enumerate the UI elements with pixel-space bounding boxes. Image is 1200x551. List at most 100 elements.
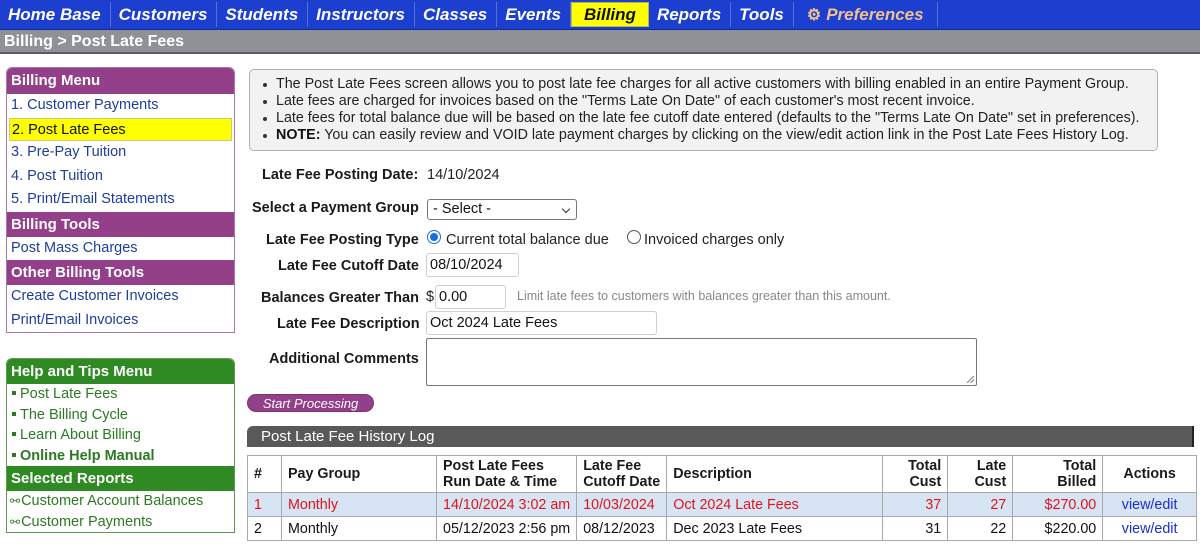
col-description: Description	[666, 455, 884, 493]
help-item-label: The Billing Cycle	[20, 406, 128, 423]
start-processing-button[interactable]: Start Processing	[247, 394, 374, 412]
report-item-label: Customer Account Balances	[21, 493, 204, 509]
chevron-down-icon	[561, 204, 571, 214]
posting-date-value: 14/10/2024	[427, 167, 500, 183]
col-total-cust: Total Cust	[882, 455, 949, 493]
payment-group-label: Select a Payment Group	[252, 200, 419, 216]
sidebar-item-print-email-statements[interactable]: 5. Print/Email Statements	[7, 188, 234, 212]
help-item-label: Post Late Fees	[20, 386, 118, 402]
nav-billing[interactable]: Billing	[570, 2, 649, 27]
payment-group-selected: - Select -	[433, 201, 492, 217]
cell-total-cust: 31	[882, 516, 949, 541]
info-bullet: The Post Late Fees screen allows you to …	[263, 76, 1157, 93]
comments-label: Additional Comments	[269, 351, 419, 367]
resize-grip-icon[interactable]	[967, 376, 974, 383]
cell-pay-group: Monthly	[281, 492, 437, 517]
cell-actions: view/edit	[1102, 492, 1197, 517]
nav-classes[interactable]: Classes	[415, 2, 498, 27]
balances-input[interactable]: 0.00	[435, 285, 506, 309]
balances-label: Balances Greater Than	[261, 290, 419, 306]
view-edit-link[interactable]: view/edit	[1122, 497, 1178, 513]
sidebar-item-pre-pay-tuition[interactable]: 3. Pre-Pay Tuition	[7, 141, 234, 165]
cell-run-date: 14/10/2024 3:02 am	[435, 492, 578, 517]
help-item-online-help-manual[interactable]: Online Help Manual	[7, 446, 234, 467]
cell-pay-group: Monthly	[281, 516, 437, 541]
radio-invoiced-charges-label[interactable]: Invoiced charges only	[644, 232, 784, 248]
help-item-label: Online Help Manual	[20, 447, 155, 464]
description-input[interactable]: Oct 2024 Late Fees	[426, 311, 657, 335]
payment-group-select[interactable]: - Select -	[427, 199, 577, 220]
table-row: 2 Monthly 05/12/2023 2:56 pm 08/12/2023 …	[247, 516, 1197, 541]
nav-students[interactable]: Students	[217, 2, 309, 27]
billing-tools-title: Billing Tools	[7, 211, 234, 237]
history-table: # Pay Group Post Late Fees Run Date & Tim…	[247, 455, 1197, 541]
info-bullet: Late fees for total balance due will be …	[263, 110, 1157, 127]
cell-late-cust: 22	[947, 516, 1014, 541]
radio-current-balance-label[interactable]: Current total balance due	[446, 232, 609, 248]
cell-late-cust: 27	[947, 492, 1014, 517]
help-menu-box: Help and Tips Menu Post Late Fees The Bi…	[6, 358, 235, 533]
radio-invoiced-charges[interactable]	[627, 230, 641, 244]
posting-type-label: Late Fee Posting Type	[266, 232, 419, 248]
nav-home-base[interactable]: Home Base	[0, 2, 111, 27]
other-billing-tools-title: Other Billing Tools	[7, 260, 234, 285]
bullet-icon	[12, 452, 16, 457]
report-item-label: Customer Payments	[21, 513, 153, 530]
col-actions: Actions	[1102, 455, 1197, 493]
bullet-icon	[12, 391, 16, 396]
sidebar-item-create-customer-invoices[interactable]: Create Customer Invoices	[7, 285, 234, 309]
nav-events[interactable]: Events	[497, 2, 571, 27]
report-item-customer-payments[interactable]: ⚯Customer Payments	[7, 512, 234, 533]
cell-description: Oct 2024 Late Fees	[666, 492, 884, 517]
nav-preferences-label: Preferences	[826, 4, 924, 24]
sidebar-item-customer-payments[interactable]: 1. Customer Payments	[7, 94, 234, 118]
nav-instructors[interactable]: Instructors	[308, 2, 415, 27]
nav-tools[interactable]: Tools	[731, 2, 794, 27]
cell-actions: view/edit	[1102, 516, 1197, 541]
help-item-label: Learn About Billing	[20, 427, 141, 443]
help-menu-title: Help and Tips Menu	[7, 359, 234, 384]
sidebar-item-post-tuition[interactable]: 4. Post Tuition	[7, 165, 234, 189]
bullet-icon	[12, 411, 16, 416]
help-item-billing-cycle[interactable]: The Billing Cycle	[7, 405, 234, 426]
balances-hint: Limit late fees to customers with balanc…	[517, 289, 891, 303]
posting-date-label: Late Fee Posting Date:	[262, 167, 419, 183]
breadcrumb: Billing > Post Late Fees	[0, 30, 1200, 54]
cell-num: 1	[247, 492, 282, 517]
gear-icon: ⚙	[806, 6, 822, 24]
info-box: The Post Late Fees screen allows you to …	[249, 69, 1158, 151]
currency-symbol: $	[426, 289, 435, 305]
cell-total-billed: $220.00	[1012, 516, 1104, 541]
nav-reports[interactable]: Reports	[649, 2, 732, 27]
selected-reports-title: Selected Reports	[7, 466, 234, 491]
sidebar-item-print-email-invoices[interactable]: Print/Email Invoices	[7, 309, 234, 333]
link-icon: ⚯	[10, 494, 21, 508]
help-item-learn-about-billing[interactable]: Learn About Billing	[7, 425, 234, 446]
cell-run-date: 05/12/2023 2:56 pm	[435, 516, 578, 541]
sidebar-item-post-mass-charges[interactable]: Post Mass Charges	[7, 237, 234, 261]
history-header-row: # Pay Group Post Late Fees Run Date & Tim…	[247, 455, 1197, 493]
radio-current-balance[interactable]	[427, 230, 441, 244]
cell-total-cust: 37	[882, 492, 949, 517]
report-item-customer-account-balances[interactable]: ⚯Customer Account Balances	[7, 491, 234, 512]
col-pay-group: Pay Group	[281, 455, 437, 493]
cell-cutoff-date: 10/03/2024	[576, 492, 668, 517]
cell-num: 2	[247, 516, 282, 541]
help-item-post-late-fees[interactable]: Post Late Fees	[7, 384, 234, 405]
billing-menu-box: Billing Menu 1. Customer Payments 2. Pos…	[6, 67, 235, 333]
sidebar-item-post-late-fees[interactable]: 2. Post Late Fees	[9, 117, 232, 141]
col-run-date: Post Late Fees Run Date & Time	[435, 455, 578, 493]
cell-cutoff-date: 08/12/2023	[576, 516, 668, 541]
cell-total-billed: $270.00	[1012, 492, 1104, 517]
col-late-cust: Late Cust	[947, 455, 1014, 493]
cutoff-date-input[interactable]: 08/10/2024	[426, 253, 519, 277]
link-icon: ⚯	[10, 514, 21, 529]
nav-preferences[interactable]: ⚙ Preferences	[794, 2, 938, 27]
comments-textarea[interactable]	[426, 338, 977, 386]
top-nav: Home Base Customers Students Instructors…	[0, 0, 1200, 30]
nav-customers[interactable]: Customers	[111, 2, 218, 27]
col-total-billed: Total Billed	[1012, 455, 1104, 493]
billing-menu-title: Billing Menu	[7, 68, 234, 94]
view-edit-link[interactable]: view/edit	[1122, 521, 1178, 537]
info-bullet: Late fees are charged for invoices based…	[263, 93, 1157, 110]
